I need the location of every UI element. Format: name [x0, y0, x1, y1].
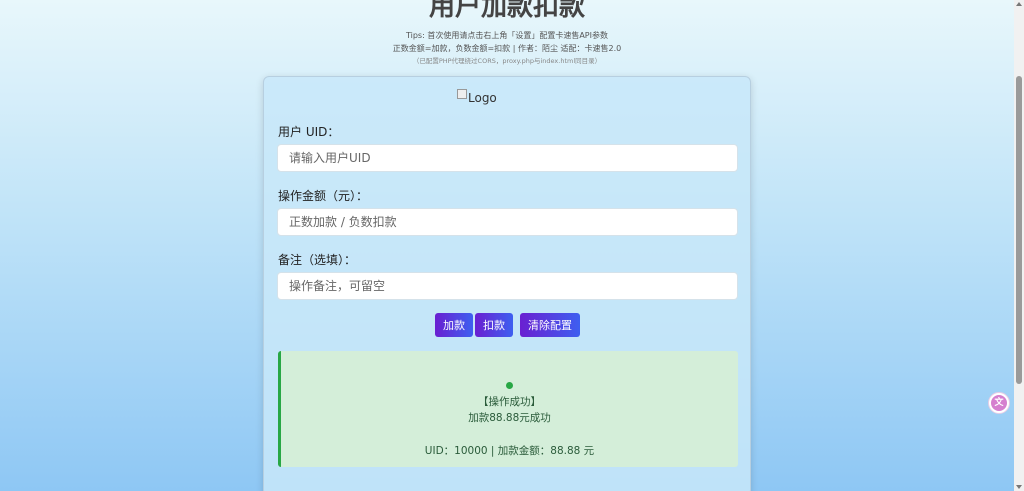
- scrollbar-thumb[interactable]: [1016, 76, 1022, 384]
- uid-input[interactable]: [277, 144, 738, 172]
- amount-input[interactable]: [277, 208, 738, 236]
- logo-alt-text: Logo: [468, 91, 497, 105]
- tips-line-2: 正数金额=加款，负数金额=扣款 | 作者：陌尘 适配：卡速售2.0: [392, 44, 622, 53]
- result-detail: UID：10000 | 加款金额：88.88 元: [424, 445, 595, 457]
- page-title: 用户加款扣款: [428, 0, 585, 22]
- note-label: 备注（选填）：: [278, 253, 357, 267]
- success-dot-icon: [506, 382, 513, 389]
- result-panel: 【操作成功】 加款88.88元成功 UID：10000 | 加款金额：88.88…: [278, 351, 738, 467]
- note-input[interactable]: [277, 272, 738, 300]
- result-message: 加款88.88元成功: [468, 412, 551, 424]
- tips-block: Tips: 首次使用请点击右上角「设置」配置卡速售API参数 正数金额=加款，负…: [0, 29, 1014, 68]
- broken-image-icon: [457, 89, 467, 99]
- uid-label: 用户 UID：: [278, 125, 340, 139]
- scroll-up-arrow-icon[interactable]: [1016, 2, 1022, 6]
- tips-line-3: （已配置PHP代理绕过CORS，proxy.php与index.html同目录）: [412, 57, 602, 65]
- deduct-button[interactable]: 扣款: [475, 313, 513, 337]
- scrollbar[interactable]: [1014, 0, 1024, 491]
- clear-config-button[interactable]: 清除配置: [520, 313, 580, 337]
- add-button[interactable]: 加款: [435, 313, 473, 337]
- form-card: Logo 用户 UID： 操作金额（元）： 备注（选填）： 加款 扣款 清除配置…: [263, 76, 751, 491]
- page: 用户加款扣款 Tips: 首次使用请点击右上角「设置」配置卡速售API参数 正数…: [0, 0, 1014, 491]
- translate-icon: 文: [991, 395, 1007, 411]
- amount-label: 操作金额（元）：: [278, 189, 369, 203]
- logo: Logo: [457, 89, 497, 105]
- result-title: 【操作成功】: [478, 396, 541, 408]
- scroll-down-arrow-icon[interactable]: [1016, 485, 1022, 489]
- translate-button[interactable]: 文: [988, 392, 1010, 414]
- tips-line-1: Tips: 首次使用请点击右上角「设置」配置卡速售API参数: [405, 31, 608, 40]
